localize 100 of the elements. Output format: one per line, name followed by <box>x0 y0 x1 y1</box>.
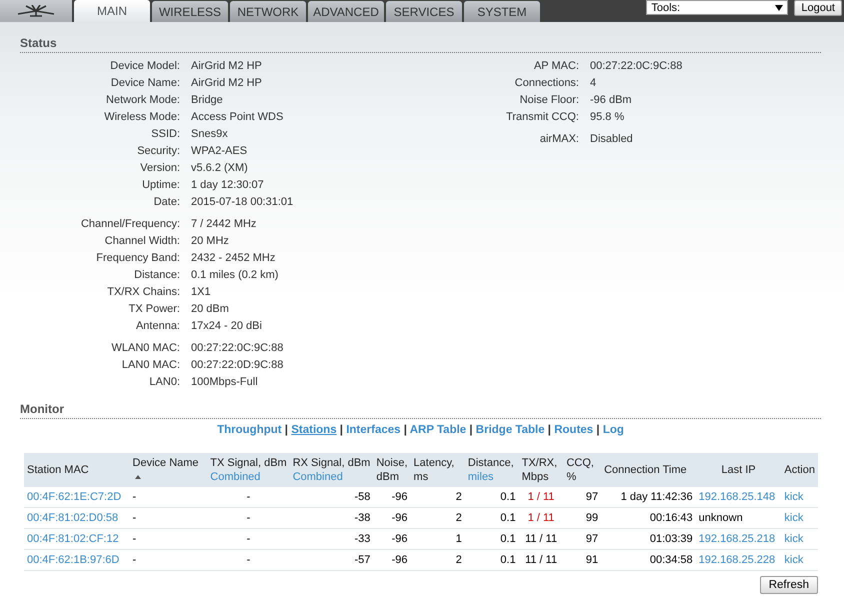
field-label: Connections: <box>514 76 579 91</box>
monitor-link[interactable]: Routes <box>554 424 594 436</box>
logout-button[interactable]: Logout <box>794 0 842 16</box>
table-cell: 11 / 11 <box>525 554 558 566</box>
ip-link[interactable]: 192.168.25.218 <box>698 533 776 545</box>
nav-tab[interactable]: SERVICES <box>386 1 462 22</box>
table-cell: 1 / 11 <box>528 512 554 524</box>
field-value: 1X1 <box>191 285 212 300</box>
column-header[interactable]: Station MAC <box>24 453 130 487</box>
monitor-link[interactable]: ARP Table <box>410 424 466 436</box>
nav-tab[interactable]: MAIN <box>74 0 150 22</box>
field-value: 2432 - 2452 MHz <box>191 251 276 266</box>
field-value: 20 MHz <box>191 234 230 249</box>
column-header[interactable]: Connection Time <box>601 453 696 487</box>
column-header[interactable]: TX Signal, dBm Combined <box>207 453 290 487</box>
table-cell: 0.1 <box>500 491 516 503</box>
monitor-link[interactable]: Log <box>602 424 624 436</box>
field-value: Disabled <box>590 132 634 147</box>
field-label: Security: <box>136 144 180 159</box>
column-header[interactable]: Last IP <box>696 453 782 487</box>
column-header[interactable]: Device Name <box>130 453 208 487</box>
field-label: AP MAC: <box>532 59 579 74</box>
table-cell: 1 / 11 <box>528 491 554 503</box>
column-header[interactable]: Action <box>781 453 818 487</box>
table-cell: - <box>246 533 250 545</box>
table-cell: 0.1 <box>500 512 516 524</box>
tools-dropdown[interactable]: Tools: <box>646 0 788 15</box>
link-separator: | <box>595 424 601 436</box>
field-value: AirGrid M2 HP <box>191 76 263 91</box>
field-value: AirGrid M2 HP <box>191 59 263 74</box>
table-cell: - <box>132 533 136 545</box>
field-label: Channel Width: <box>104 234 180 249</box>
field-value: 7 / 2442 MHz <box>191 217 258 232</box>
table-cell: 2 <box>456 554 462 566</box>
field-label: SSID: <box>150 127 180 142</box>
link-separator: | <box>338 424 344 436</box>
table-cell: 97 <box>586 533 598 545</box>
column-header[interactable]: Noise, dBm <box>373 453 411 487</box>
kick-link[interactable]: kick <box>784 533 804 545</box>
table-cell: 0.1 <box>500 554 516 566</box>
column-header[interactable]: Latency, ms <box>410 453 465 487</box>
monitor-link[interactable]: Interfaces <box>346 424 401 436</box>
kick-link[interactable]: kick <box>784 491 804 503</box>
field-label: Device Name: <box>110 76 180 91</box>
nav-tab[interactable]: SYSTEM <box>464 1 540 22</box>
field-value: 00:27:22:0C:9C:88 <box>590 59 682 74</box>
table-cell: 0.1 <box>500 533 516 545</box>
section-title: Monitor <box>20 402 821 419</box>
station-mac-link[interactable]: 00:4F:62:1B:97:6D <box>27 554 120 566</box>
column-header[interactable]: Distance, miles <box>464 453 519 487</box>
field-label: WLAN0 MAC: <box>110 341 180 356</box>
kick-link[interactable]: kick <box>784 512 804 524</box>
link-separator: | <box>402 424 408 436</box>
field-label: Date: <box>152 195 180 210</box>
dropdown-arrow-icon <box>775 4 784 11</box>
table-cell: 97 <box>586 491 598 503</box>
table-cell: 99 <box>586 512 598 524</box>
monitor-link[interactable]: Bridge Table <box>476 424 545 436</box>
table-cell: - <box>246 512 250 524</box>
nav-tab[interactable]: WIRELESS <box>152 1 228 22</box>
monitor-link[interactable]: Stations <box>291 424 337 436</box>
monitor-link[interactable]: Throughput <box>217 424 282 436</box>
field-label: Wireless Mode: <box>103 110 180 125</box>
table-cell: 11 / 11 <box>525 533 558 545</box>
nav-tab[interactable]: NETWORK <box>230 1 306 22</box>
field-label: Distance: <box>133 268 180 283</box>
nav-tab[interactable]: ADVANCED <box>308 1 384 22</box>
station-mac-link[interactable]: 00:4F:81:02:CF:12 <box>27 533 119 545</box>
table-cell: 01:03:39 <box>650 533 693 545</box>
field-value: 17x24 - 20 dBi <box>191 319 263 334</box>
ip-link[interactable]: 192.168.25.148 <box>698 491 776 503</box>
field-value: 4 <box>590 76 598 91</box>
column-header[interactable]: RX Signal, dBm Combined <box>290 453 374 487</box>
field-label: LAN0 MAC: <box>120 358 180 373</box>
column-header[interactable]: TX/RX, Mbps <box>518 453 564 487</box>
table-cell: -96 <box>392 554 408 566</box>
refresh-button[interactable]: Refresh <box>760 576 818 594</box>
table-cell: - <box>132 512 136 524</box>
field-label: Antenna: <box>134 319 180 334</box>
station-mac-link[interactable]: 00:4F:62:1E:C7:2D <box>27 491 122 503</box>
field-label: Transmit CCQ: <box>505 110 579 125</box>
column-header[interactable]: CCQ, % <box>563 453 602 487</box>
link-separator: | <box>284 424 290 436</box>
field-value: 95.8 % <box>590 110 626 125</box>
field-value: 20 dBm <box>191 302 230 317</box>
field-value: -96 dBm <box>590 93 633 108</box>
ip-link[interactable]: 192.168.25.228 <box>698 554 776 566</box>
field-value: WPA2-AES <box>191 144 248 159</box>
field-label: Device Model: <box>109 59 180 74</box>
field-label: Frequency Band: <box>95 251 180 266</box>
table-cell: 2 <box>456 512 462 524</box>
link-separator: | <box>546 424 552 436</box>
field-label: Noise Floor: <box>518 93 579 108</box>
field-value: 0.1 miles (0.2 km) <box>191 268 280 283</box>
kick-link[interactable]: kick <box>784 554 804 566</box>
table-cell: -38 <box>354 512 370 524</box>
station-mac-link[interactable]: 00:4F:81:02:D0:58 <box>27 512 118 524</box>
link-separator: | <box>468 424 474 436</box>
table-cell: 2 <box>456 491 462 503</box>
table-cell: -58 <box>354 491 370 503</box>
